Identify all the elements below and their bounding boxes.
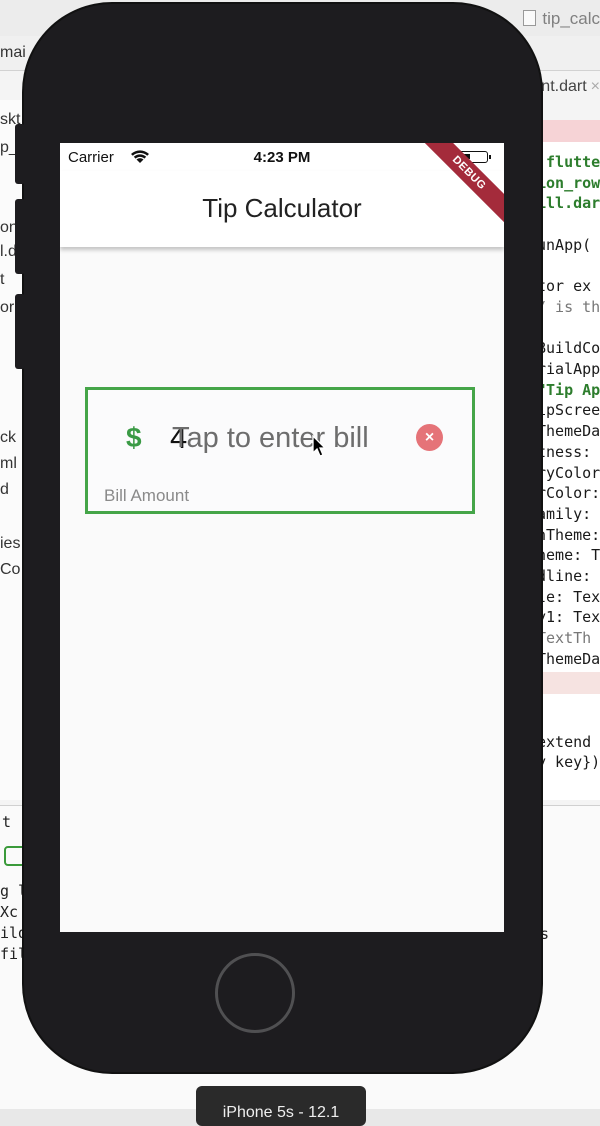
bill-amount-label: Bill Amount xyxy=(104,486,190,505)
ide-code-line: le: Tex xyxy=(537,587,600,606)
console-line: Xc xyxy=(0,903,19,921)
ide-code-line: / is th xyxy=(537,297,600,316)
ide-code-line: TextTh xyxy=(537,629,592,648)
ide-code-line: rialApp xyxy=(537,360,600,378)
ide-error-highlight xyxy=(535,120,600,142)
ide-left-fragment: ck xyxy=(0,429,16,446)
mouse-cursor-icon xyxy=(312,435,327,457)
bill-amount-field[interactable]: $ 4 Tap to enter bill × Bill Amount xyxy=(85,387,475,514)
ide-code-line: unApp( xyxy=(537,235,592,254)
close-tab-icon[interactable]: × xyxy=(591,78,600,95)
console-text-fragment: s xyxy=(540,925,550,943)
document-icon xyxy=(523,10,537,26)
ide-left-fragment: t xyxy=(0,271,5,288)
ide-file-title: tip_calc xyxy=(523,9,600,29)
ide-code-line: heme: T xyxy=(537,546,600,565)
run-icon[interactable] xyxy=(4,846,26,866)
clear-icon[interactable]: × xyxy=(416,424,443,451)
ide-code-line: :flutte xyxy=(537,153,600,171)
ide-code-line: ipScree xyxy=(537,401,600,420)
debug-banner-label: DEBUG xyxy=(415,143,504,227)
ide-left-fragment: or xyxy=(0,299,15,316)
ide-code-line: y key}) xyxy=(537,753,600,772)
ide-code-line: BuildCo xyxy=(537,339,600,358)
ide-left-fragment: d xyxy=(0,481,9,498)
ide-branch-label[interactable]: mai xyxy=(0,44,26,62)
ide-code-line: dline: xyxy=(537,567,592,585)
ide-code-line: "Tip Ap xyxy=(537,380,600,399)
ide-code-line: extend xyxy=(537,732,592,751)
phone-screen: Carrier 4:23 PM Tip Calculator DEBUG $ 4… xyxy=(60,143,504,932)
bill-input-placeholder: Tap to enter bill xyxy=(172,422,369,454)
ide-code-line: ThemeDa xyxy=(537,422,600,441)
ide-code-line: tor ex xyxy=(537,277,592,296)
ide-left-fragment: Co xyxy=(0,561,21,578)
volume-down-button xyxy=(15,294,25,369)
volume-up-button xyxy=(15,199,25,274)
ide-editor-tab[interactable]: nt.dart × xyxy=(541,78,600,96)
ide-error-highlight-2 xyxy=(535,672,600,694)
home-button[interactable] xyxy=(215,953,295,1033)
ide-code-line: ryColor xyxy=(537,463,600,482)
ide-code-line: tness: xyxy=(537,442,592,461)
ide-code-line: ion_row xyxy=(537,173,600,192)
ide-left-fragment: ies xyxy=(0,535,21,552)
ide-code-line: ill.dar xyxy=(537,194,600,213)
console-tab-label[interactable]: t xyxy=(2,813,11,831)
ide-code-line: nTheme: xyxy=(537,525,600,544)
side-button xyxy=(15,124,25,184)
simulator-device-label: iPhone 5s - 12.1 xyxy=(196,1086,366,1126)
ide-code-line: rColor: xyxy=(537,484,600,503)
debug-banner: DEBUG xyxy=(414,143,504,233)
ide-left-fragment: ml xyxy=(0,455,17,472)
dollar-icon: $ xyxy=(126,422,142,453)
ide-code-line: y1: Tex xyxy=(537,608,600,627)
ide-code-line: amily: xyxy=(537,504,592,523)
ide-code-line: ThemeDa xyxy=(537,649,600,668)
